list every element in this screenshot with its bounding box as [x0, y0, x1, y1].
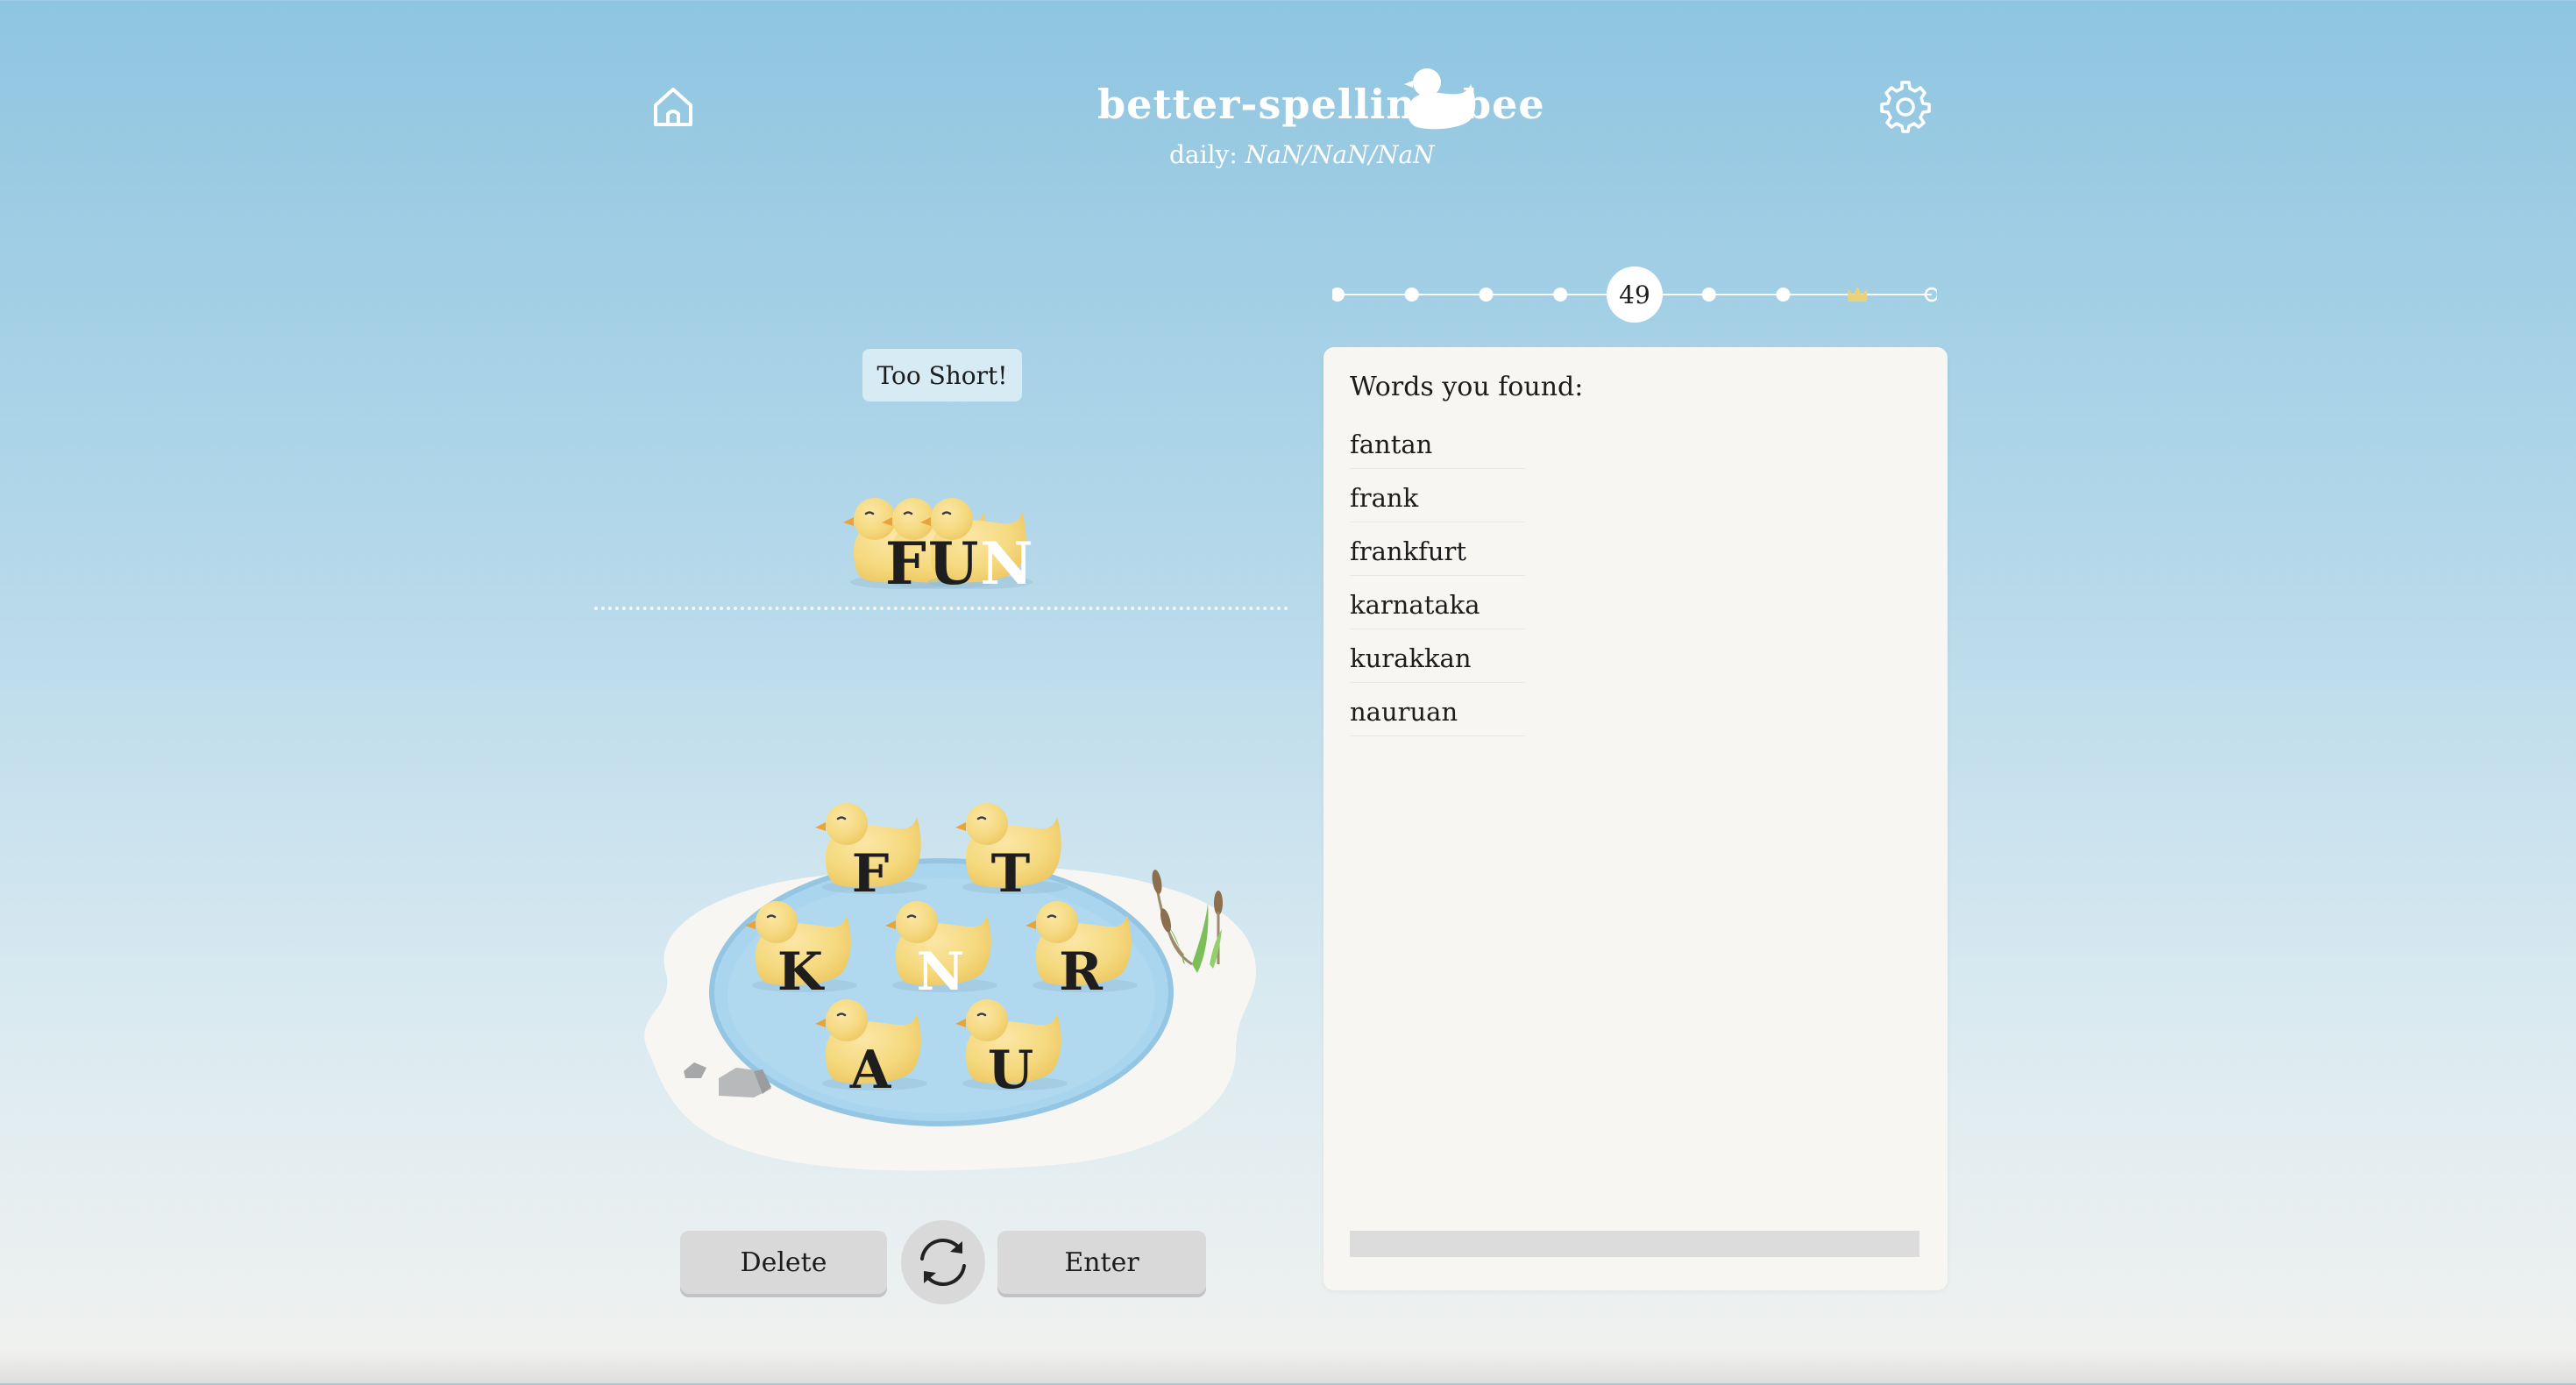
- progress-step-dot: [1776, 288, 1791, 302]
- enter-button[interactable]: Enter: [997, 1231, 1206, 1294]
- found-word-item: fantan: [1350, 430, 1525, 469]
- outer-letter: A: [849, 1040, 891, 1101]
- duck-logo-icon: [1404, 68, 1476, 130]
- current-word-letter: F: [885, 529, 928, 598]
- found-word-item: frank: [1350, 483, 1525, 522]
- progress-step-dot: [1701, 288, 1716, 302]
- delete-button[interactable]: Delete: [680, 1231, 887, 1294]
- found-words-panel: Words you found: fantan frank frankfurt kar…: [1323, 347, 1948, 1290]
- status-message: Too Short!: [862, 349, 1022, 401]
- gear-icon: [1880, 81, 1931, 133]
- daily-date: daily: NaN/NaN/NaN: [1169, 140, 1435, 169]
- progress-step-dot: [1332, 288, 1345, 302]
- progress-score: 49: [1619, 281, 1650, 309]
- progress-step-dot: [1479, 288, 1494, 302]
- found-word-item: karnataka: [1350, 590, 1525, 629]
- home-icon: [654, 88, 692, 126]
- center-letter-duck[interactable]: N: [884, 894, 999, 1003]
- word-input-line: [594, 607, 1288, 610]
- home-button[interactable]: [647, 81, 699, 133]
- current-word-letter: N: [980, 529, 1035, 598]
- bottom-shadow: [0, 1350, 2576, 1385]
- letter-ducks: FTNK R A U: [631, 789, 1280, 1175]
- outer-letter-duck[interactable]: F: [813, 796, 929, 905]
- outer-letter-duck[interactable]: U: [954, 992, 1069, 1101]
- outer-letter-duck[interactable]: R: [1024, 894, 1139, 1003]
- progress-track: 49: [1332, 266, 1937, 323]
- found-word-item: kurakkan: [1350, 643, 1525, 683]
- outer-letter-duck[interactable]: T: [954, 796, 1069, 905]
- found-word-item: frankfurt: [1350, 536, 1525, 576]
- found-words-title: Words you found:: [1350, 372, 1584, 402]
- outer-letter: U: [987, 1040, 1034, 1101]
- current-word-letter: U: [927, 529, 981, 598]
- crown-icon: [1848, 287, 1868, 302]
- current-word: FUN: [885, 529, 1035, 598]
- daily-date-value: NaN/NaN/NaN: [1245, 140, 1435, 169]
- outer-letter-duck[interactable]: K: [743, 894, 859, 1003]
- progress-step-dot: [1553, 288, 1568, 302]
- panel-scrollbar[interactable]: [1350, 1231, 1920, 1257]
- settings-button[interactable]: [1877, 79, 1934, 135]
- found-word-item: nauruan: [1350, 697, 1525, 736]
- shuffle-button[interactable]: [901, 1220, 985, 1304]
- shuffle-icon: [920, 1238, 966, 1287]
- outer-letter-duck[interactable]: A: [813, 992, 929, 1101]
- progress-step-dot: [1404, 288, 1419, 302]
- daily-label: daily:: [1169, 140, 1238, 169]
